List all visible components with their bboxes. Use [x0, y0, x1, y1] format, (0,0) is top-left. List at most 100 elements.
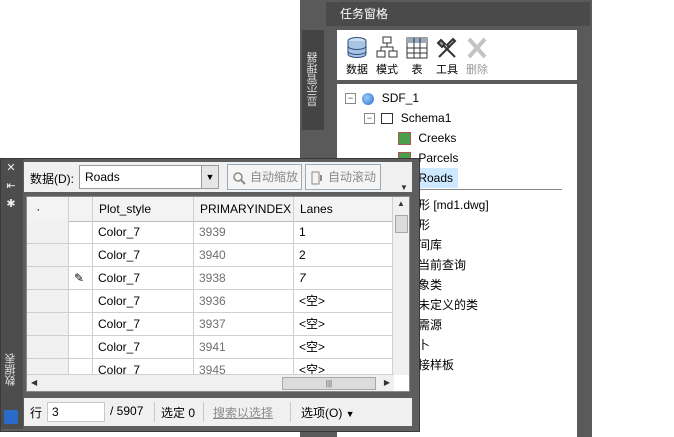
auto-scroll-button[interactable]: 自动滚动 — [305, 164, 381, 190]
schema-icon — [376, 36, 398, 58]
tree-item-resource[interactable]: 需源 — [418, 315, 442, 335]
toolbar-overflow-icon[interactable]: ▼ — [398, 184, 410, 192]
cell-plot-style[interactable]: Color_7 — [93, 244, 194, 266]
caret-down-icon: ▼ — [345, 409, 355, 419]
horizontal-scrollbar[interactable]: ◀ ||| ▶ — [27, 374, 394, 391]
attribute-grid: · Plot_style PRIMARYINDEX Lanes Color_7 3… — [26, 196, 410, 392]
tree-item-creeks[interactable]: Creeks — [398, 128, 456, 148]
cell-lanes[interactable]: <空> — [294, 313, 394, 335]
vertical-scroll-thumb[interactable] — [395, 215, 408, 233]
scroll-right-icon[interactable]: ▶ — [384, 378, 390, 387]
tree-item-label: 需源 — [418, 318, 443, 332]
row-marker-cell[interactable] — [69, 221, 93, 243]
tools-button[interactable]: 工具 — [431, 34, 463, 78]
cell-primaryindex[interactable]: 3939 — [194, 221, 294, 243]
row-marker-cell[interactable] — [69, 313, 93, 335]
row-label: 行 — [30, 406, 43, 420]
table-row[interactable]: Color_7 3940 2 — [27, 244, 394, 267]
select-all-header[interactable]: · — [27, 197, 69, 221]
row-header-cell[interactable] — [27, 313, 69, 335]
row-number-input[interactable]: 3 — [47, 402, 105, 422]
tree-item-label: 未定义的类 — [418, 298, 479, 312]
options-menu[interactable]: 选项(O) ▼ — [301, 404, 355, 421]
datasource-icon — [362, 92, 375, 105]
tree-item-label: Creeks — [418, 131, 457, 145]
column-header-plot-style[interactable]: Plot_style — [93, 197, 194, 221]
row-total: / 5907 — [110, 404, 144, 418]
cell-primaryindex[interactable]: 3937 — [194, 313, 294, 335]
chevron-down-icon[interactable]: ▼ — [201, 166, 218, 188]
scroll-up-icon[interactable]: ▲ — [397, 199, 405, 208]
properties-icon[interactable]: ✱ — [5, 198, 17, 210]
table-button[interactable]: 表 — [401, 34, 433, 78]
cell-plot-style[interactable]: Color_7 — [93, 290, 194, 312]
auto-hide-icon[interactable]: ⇤ — [5, 180, 17, 192]
column-header-lanes[interactable]: Lanes — [294, 197, 394, 221]
cell-primaryindex[interactable]: 3936 — [194, 290, 294, 312]
table-button-label: 表 — [411, 64, 423, 76]
row-header-cell[interactable] — [27, 290, 69, 312]
search-to-select-link[interactable]: 搜索以选择 — [213, 404, 273, 421]
row-header-cell[interactable] — [27, 267, 69, 289]
schema-icon — [381, 113, 394, 125]
cell-primaryindex[interactable]: 3941 — [194, 336, 294, 358]
tree-item-undefined-class[interactable]: 未定义的类 — [418, 295, 478, 315]
table-icon — [406, 37, 428, 59]
palette-title: 数据表 — [5, 353, 17, 387]
data-button-label: 数据 — [346, 64, 368, 76]
cell-lanes[interactable]: 2 — [294, 244, 394, 266]
cell-primaryindex[interactable]: 3938 — [194, 267, 294, 289]
tree-item-current-query[interactable]: 当前查询 — [418, 255, 466, 275]
display-manager-side-tab[interactable]: 显示管理器 — [302, 30, 324, 130]
cell-lanes[interactable]: <空> — [294, 336, 394, 358]
cell-lanes[interactable]: 7 — [294, 267, 394, 289]
row-marker-cell[interactable]: ✎ — [69, 267, 93, 289]
row-marker-cell[interactable] — [69, 244, 93, 266]
grid-header: · Plot_style PRIMARYINDEX Lanes — [27, 197, 394, 222]
tree-item-template[interactable]: 接样板 — [418, 355, 454, 375]
row-marker-cell[interactable] — [69, 290, 93, 312]
auto-zoom-label: 自动缩放 — [250, 170, 299, 184]
collapse-toggle-icon[interactable]: − — [364, 113, 375, 125]
horizontal-scroll-thumb[interactable]: ||| — [282, 377, 376, 390]
scroll-icon — [311, 171, 322, 185]
source-select[interactable]: Roads ▼ — [79, 165, 219, 189]
row-marker-cell[interactable] — [69, 336, 93, 358]
column-header-primaryindex[interactable]: PRIMARYINDEX — [194, 197, 294, 221]
close-icon[interactable]: ✕ — [5, 162, 17, 174]
tree-item-drawing[interactable]: 形 [md1.dwg] — [418, 195, 489, 215]
scroll-left-icon[interactable]: ◀ — [31, 378, 37, 387]
delete-button[interactable]: 删除 — [461, 34, 493, 78]
tree-item-sdf[interactable]: − SDF_1 — [345, 88, 419, 108]
data-button[interactable]: 数据 — [341, 34, 373, 78]
table-row[interactable]: ✎ Color_7 3938 7 — [27, 267, 394, 290]
tree-item-object-class[interactable]: 象类 — [418, 275, 442, 295]
collapse-toggle-icon[interactable]: − — [345, 93, 356, 105]
tree-item-label: 接样板 — [418, 358, 455, 372]
table-row[interactable]: Color_7 3939 1 — [27, 221, 394, 244]
row-marker-header — [69, 197, 93, 221]
table-row[interactable]: Color_7 3937 <空> — [27, 313, 394, 336]
delete-icon — [467, 37, 487, 59]
tree-item-library[interactable]: 间库 — [418, 235, 442, 255]
auto-zoom-button[interactable]: 自动缩放 — [227, 164, 302, 190]
schema-button[interactable]: 模式 — [371, 34, 403, 78]
vertical-scrollbar[interactable]: ▲ — [392, 197, 409, 375]
table-row[interactable]: Color_7 3936 <空> — [27, 290, 394, 313]
table-row[interactable]: Color_7 3941 <空> — [27, 336, 394, 359]
cell-plot-style[interactable]: Color_7 — [93, 221, 194, 243]
task-pane-title-bar[interactable]: 任务窗格 — [326, 2, 590, 26]
cell-plot-style[interactable]: Color_7 — [93, 267, 194, 289]
tree-item-schema1[interactable]: − Schema1 — [364, 108, 451, 128]
tree-item-label: 间库 — [418, 238, 443, 252]
row-header-cell[interactable] — [27, 244, 69, 266]
cell-plot-style[interactable]: Color_7 — [93, 313, 194, 335]
source-select-value: Roads — [85, 170, 120, 184]
cell-plot-style[interactable]: Color_7 — [93, 336, 194, 358]
selected-count: 选定 0 — [161, 406, 196, 420]
cell-lanes[interactable]: <空> — [294, 290, 394, 312]
cell-lanes[interactable]: 1 — [294, 221, 394, 243]
row-header-cell[interactable] — [27, 336, 69, 358]
row-header-cell[interactable] — [27, 221, 69, 243]
cell-primaryindex[interactable]: 3940 — [194, 244, 294, 266]
